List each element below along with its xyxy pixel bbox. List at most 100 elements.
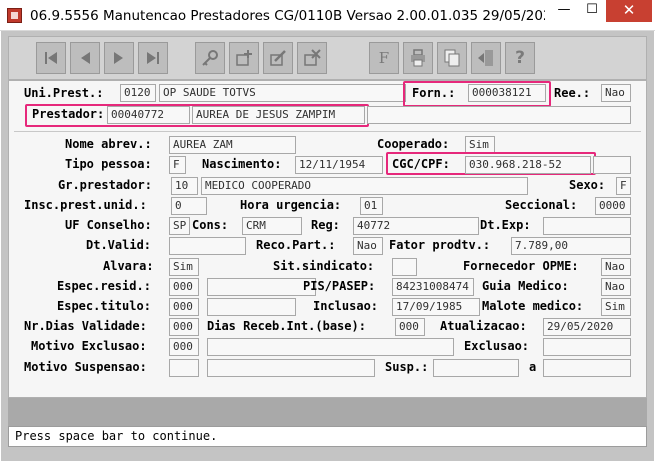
cons-field[interactable]: CRM: [242, 217, 302, 235]
app-area: F ? Uni.Prest.: 0120 OP SAUDE TOTVS Forn…: [1, 31, 654, 461]
tipo-pessoa-label: Tipo pessoa:: [65, 157, 152, 171]
atualizacao-field[interactable]: 29/05/2020: [543, 318, 631, 336]
hora-urgencia-field[interactable]: 01: [360, 197, 383, 215]
susp-to-label: a: [529, 360, 537, 374]
previous-record-icon: [81, 52, 90, 64]
reco-part-field[interactable]: Nao: [353, 237, 383, 255]
print-button[interactable]: [403, 42, 433, 74]
message-area: [8, 398, 647, 426]
sexo-field[interactable]: F: [616, 177, 631, 195]
espec-resid-code-field[interactable]: 000: [169, 278, 199, 296]
dt-valid-field[interactable]: [169, 237, 246, 255]
minimize-button[interactable]: —: [550, 0, 578, 22]
hora-urgencia-label: Hora urgencia:: [240, 198, 342, 212]
window-title: 06.9.5556 Manutencao Prestadores CG/0110…: [30, 8, 545, 24]
fator-prodtv-label: Fator prodtv.:: [389, 238, 491, 252]
previous-record-button[interactable]: [70, 42, 100, 74]
cgc-cpf-extension-field[interactable]: [593, 156, 631, 174]
copy-button[interactable]: [437, 42, 467, 74]
sit-sindicato-field[interactable]: [392, 258, 417, 276]
ree-field[interactable]: Nao: [601, 84, 631, 102]
dt-exp-label: Dt.Exp:: [480, 218, 531, 232]
gr-prestador-name-field[interactable]: MEDICO COOPERADO: [201, 177, 528, 195]
nome-abrev-field[interactable]: AUREA ZAM: [169, 136, 296, 154]
susp-label: Susp.:: [385, 360, 429, 374]
edit-record-button[interactable]: [263, 42, 293, 74]
motivo-suspensao-field[interactable]: [207, 359, 375, 377]
forn-field[interactable]: 000038121: [468, 84, 546, 102]
prestador-name-extension-field[interactable]: [367, 106, 631, 124]
espec-resid-label: Espec.resid.:: [57, 279, 151, 293]
prestador-code-field[interactable]: 00040772: [107, 106, 190, 124]
fornecedor-opme-field[interactable]: Nao: [601, 258, 631, 276]
uni-prest-name-field[interactable]: OP SAUDE TOTVS: [159, 84, 406, 102]
insc-prest-unid-field[interactable]: 0: [171, 197, 207, 215]
last-record-icon: [147, 52, 159, 64]
motivo-suspensao-code-field[interactable]: [169, 359, 199, 377]
inclusao-label: Inclusao:: [313, 299, 379, 313]
delete-record-icon: [304, 49, 321, 66]
susp-to-field[interactable]: [543, 359, 631, 377]
prestador-name-field[interactable]: AUREA DE JESUS ZAMPIM: [192, 106, 365, 124]
reg-label: Reg:: [311, 218, 340, 232]
first-record-icon: [45, 52, 57, 64]
exit-button[interactable]: [471, 42, 501, 74]
delete-record-button[interactable]: [297, 42, 327, 74]
gr-prestador-code-field[interactable]: 10: [171, 177, 198, 195]
nascimento-field[interactable]: 12/11/1954: [295, 156, 383, 174]
espec-resid-field[interactable]: [207, 278, 316, 296]
guia-medico-label: Guia Medico:: [482, 279, 569, 293]
atualizacao-label: Atualizacao:: [440, 319, 527, 333]
copy-icon: [444, 49, 460, 67]
fornecedor-opme-label: Fornecedor OPME:: [463, 259, 579, 273]
exclusao-field[interactable]: [543, 338, 631, 356]
dt-valid-label: Dt.Valid:: [86, 238, 152, 252]
motivo-suspensao-label: Motivo Suspensao:: [24, 360, 147, 374]
f-button[interactable]: F: [369, 42, 399, 74]
next-record-button[interactable]: [104, 42, 134, 74]
sexo-label: Sexo:: [569, 178, 606, 192]
seccional-field[interactable]: 0000: [595, 197, 631, 215]
alvara-field[interactable]: Sim: [169, 258, 199, 276]
edit-record-icon: [270, 50, 286, 66]
motivo-exclusao-code-field[interactable]: 000: [169, 338, 199, 356]
guia-medico-field[interactable]: Nao: [601, 278, 631, 296]
key-button[interactable]: [195, 42, 225, 74]
susp-from-field[interactable]: [433, 359, 519, 377]
cons-label: Cons:: [192, 218, 229, 232]
dt-exp-field[interactable]: [543, 217, 631, 235]
title-bar: 06.9.5556 Manutencao Prestadores CG/0110…: [0, 0, 655, 31]
forn-label: Forn.:: [412, 86, 456, 100]
espec-titulo-field[interactable]: [207, 298, 296, 316]
pis-pasep-field[interactable]: 84231008474: [392, 278, 474, 296]
cooperado-label: Cooperado:: [377, 137, 450, 151]
nr-dias-validade-label: Nr.Dias Validade:: [24, 319, 147, 333]
cgc-cpf-field[interactable]: 030.968.218-52: [465, 156, 591, 174]
motivo-exclusao-field[interactable]: [207, 338, 454, 356]
espec-titulo-code-field[interactable]: 000: [169, 298, 199, 316]
close-button[interactable]: ✕: [606, 0, 652, 22]
malote-medico-label: Malote medico:: [482, 299, 584, 313]
tipo-pessoa-field[interactable]: F: [169, 156, 186, 174]
reg-field[interactable]: 40772: [353, 217, 479, 235]
help-button[interactable]: ?: [505, 42, 535, 74]
add-record-button[interactable]: [229, 42, 259, 74]
key-icon: [202, 50, 218, 66]
dias-receb-int-field[interactable]: 000: [395, 318, 425, 336]
maximize-button[interactable]: ☐: [578, 0, 606, 22]
first-record-button[interactable]: [36, 42, 66, 74]
print-icon: [411, 49, 425, 67]
fator-prodtv-field[interactable]: 7.789,00: [511, 237, 631, 255]
malote-medico-field[interactable]: Sim: [601, 298, 631, 316]
inclusao-field[interactable]: 17/09/1985: [392, 298, 480, 316]
nr-dias-validade-field[interactable]: 000: [169, 318, 199, 336]
gr-prestador-label: Gr.prestador:: [58, 178, 152, 192]
exit-icon: [478, 50, 493, 66]
nome-abrev-label: Nome abrev.:: [65, 137, 152, 151]
alvara-label: Alvara:: [103, 259, 154, 273]
ree-label: Ree.:: [554, 86, 591, 100]
uf-conselho-field[interactable]: SP: [169, 217, 190, 235]
seccional-label: Seccional:: [505, 198, 578, 212]
uni-prest-code-field[interactable]: 0120: [120, 84, 156, 102]
last-record-button[interactable]: [138, 42, 168, 74]
